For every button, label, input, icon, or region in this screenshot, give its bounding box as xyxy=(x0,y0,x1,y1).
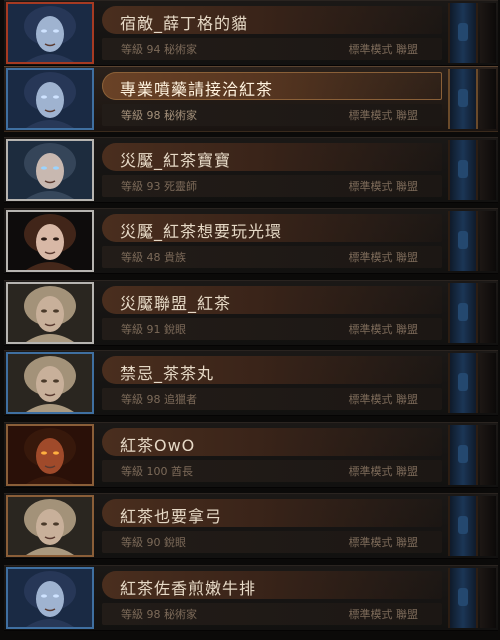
character-name: 災魘_紅茶想要玩光環 xyxy=(120,222,283,241)
character-level-class: 等級 100 酋長 xyxy=(121,465,193,478)
row-edge xyxy=(480,283,496,343)
character-level-class: 等級 90 銳眼 xyxy=(121,536,186,549)
character-row[interactable]: 災魘_紅茶寶寶 等級 93 死靈師 標準模式 聯盟 xyxy=(4,137,498,203)
character-name: 禁忌_茶茶丸 xyxy=(120,364,215,383)
league-mode: 標準模式 聯盟 xyxy=(348,251,419,264)
row-edge xyxy=(480,211,496,271)
row-edge xyxy=(480,568,496,628)
row-edge xyxy=(480,3,496,63)
character-level-class: 等級 91 銳眼 xyxy=(121,323,186,336)
character-name: 宿敵_薛丁格的貓 xyxy=(120,14,249,33)
row-edge xyxy=(480,425,496,485)
row-edge xyxy=(480,496,496,556)
character-row[interactable]: 專業噴藥請接洽紅茶 等級 98 秘術家 標準模式 聯盟 xyxy=(4,66,498,132)
pale-undead-icon xyxy=(6,68,94,130)
character-list: 宿敵_薛丁格的貓 等級 94 秘術家 標準模式 聯盟 專業噴藥請接洽紅茶 等級 … xyxy=(0,0,500,640)
row-edge xyxy=(480,69,496,129)
league-mode: 標準模式 聯盟 xyxy=(348,465,419,478)
league-mode: 標準模式 聯盟 xyxy=(348,43,419,56)
marauder-icon xyxy=(6,424,94,486)
character-name: 紅茶也要拿弓 xyxy=(120,507,223,526)
league-mode: 標準模式 聯盟 xyxy=(348,323,419,336)
play-crest-icon[interactable] xyxy=(448,3,478,63)
ranger-icon xyxy=(6,352,94,414)
witch-icon xyxy=(6,139,94,201)
play-crest-icon[interactable] xyxy=(448,425,478,485)
row-edge xyxy=(480,140,496,200)
league-mode: 標準模式 聯盟 xyxy=(348,109,419,122)
character-name: 紅茶佐香煎嫩牛排 xyxy=(120,579,257,598)
character-level-class: 等級 94 秘術家 xyxy=(121,43,197,56)
league-mode: 標準模式 聯盟 xyxy=(348,608,419,621)
character-level-class: 等級 98 追獵者 xyxy=(121,393,197,406)
play-crest-icon[interactable] xyxy=(448,69,478,129)
character-row[interactable]: 禁忌_茶茶丸 等級 98 追獵者 標準模式 聯盟 xyxy=(4,350,498,416)
character-name: 災魘_紅茶寶寶 xyxy=(120,151,232,170)
play-crest-icon[interactable] xyxy=(448,353,478,413)
character-row[interactable]: 災魘_紅茶想要玩光環 等級 48 貴族 標準模式 聯盟 xyxy=(4,208,498,274)
ranger-icon xyxy=(6,282,94,344)
character-level-class: 等級 93 死靈師 xyxy=(121,180,197,193)
scion-icon xyxy=(6,210,94,272)
row-edge xyxy=(480,353,496,413)
character-level-class: 等級 98 秘術家 xyxy=(121,109,197,122)
character-row[interactable]: 宿敵_薛丁格的貓 等級 94 秘術家 標準模式 聯盟 xyxy=(4,0,498,66)
ranger-icon xyxy=(6,495,94,557)
play-crest-icon[interactable] xyxy=(448,140,478,200)
play-crest-icon[interactable] xyxy=(448,568,478,628)
play-crest-icon[interactable] xyxy=(448,496,478,556)
character-row[interactable]: 紅茶也要拿弓 等級 90 銳眼 標準模式 聯盟 xyxy=(4,493,498,559)
character-row[interactable]: 災魘聯盟_紅茶 等級 91 銳眼 標準模式 聯盟 xyxy=(4,280,498,346)
character-name: 紅茶OwO xyxy=(120,436,196,455)
character-name: 專業噴藥請接洽紅茶 xyxy=(120,80,274,99)
league-mode: 標準模式 聯盟 xyxy=(348,536,419,549)
league-mode: 標準模式 聯盟 xyxy=(348,393,419,406)
character-level-class: 等級 48 貴族 xyxy=(121,251,186,264)
pale-undead-icon xyxy=(6,567,94,629)
character-row[interactable]: 紅茶佐香煎嫩牛排 等級 98 秘術家 標準模式 聯盟 xyxy=(4,565,498,631)
character-row[interactable]: 紅茶OwO 等級 100 酋長 標準模式 聯盟 xyxy=(4,422,498,488)
league-mode: 標準模式 聯盟 xyxy=(348,180,419,193)
character-level-class: 等級 98 秘術家 xyxy=(121,608,197,621)
pale-undead-icon xyxy=(6,2,94,64)
character-name: 災魘聯盟_紅茶 xyxy=(120,294,232,313)
play-crest-icon[interactable] xyxy=(448,283,478,343)
play-crest-icon[interactable] xyxy=(448,211,478,271)
